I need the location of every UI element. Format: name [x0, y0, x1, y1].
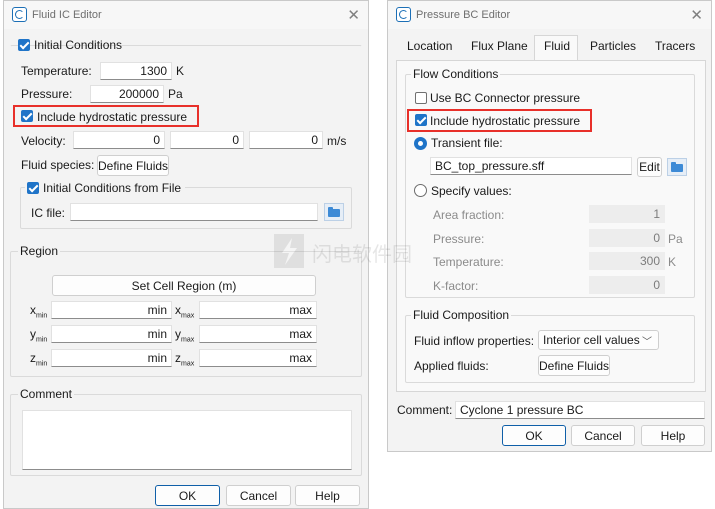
velocity-z-field[interactable]: 0	[249, 131, 323, 149]
x-min-label: xmin	[30, 303, 48, 320]
hydrostatic-label: Include hydrostatic pressure	[37, 110, 188, 124]
bc-connector-label: Use BC Connector pressure	[430, 91, 581, 105]
fluid-inflow-value: Interior cell values	[543, 333, 640, 347]
pressure-unit: Pa	[168, 87, 183, 101]
velocity-y-field[interactable]: 0	[170, 131, 244, 149]
y-max-label: ymax	[175, 327, 195, 344]
edit-button[interactable]: Edit	[637, 157, 662, 177]
bc-pressure-unit: Pa	[668, 232, 683, 246]
define-fluids-button[interactable]: Define Fluids	[538, 355, 610, 376]
bc-temperature-field[interactable]: 300	[589, 252, 665, 270]
bc-pressure-label: Pressure:	[433, 232, 485, 246]
tab-fluid[interactable]: Fluid	[544, 39, 570, 59]
transient-file-label: Transient file:	[431, 136, 503, 150]
set-cell-region-button[interactable]: Set Cell Region (m)	[52, 275, 316, 296]
tab-location[interactable]: Location	[407, 39, 452, 59]
pressure-bc-editor-dialog: Pressure BC Editor ✕ Location Flux Plane…	[387, 0, 712, 452]
x-max-field[interactable]: max	[199, 301, 317, 319]
z-min-field[interactable]: min	[51, 349, 172, 367]
help-button[interactable]: Help	[295, 485, 360, 506]
temperature-label: Temperature:	[21, 64, 92, 78]
fluid-ic-editor-dialog: Fluid IC Editor ✕ Initial Conditions Tem…	[3, 0, 369, 509]
applied-fluids-label: Applied fluids:	[414, 359, 489, 373]
hydrostatic-checkbox[interactable]	[415, 114, 427, 126]
tab-particles[interactable]: Particles	[590, 39, 636, 59]
temperature-field[interactable]: 1300	[100, 62, 172, 80]
ic-from-file-checkbox[interactable]	[27, 182, 39, 194]
bc-connector-checkbox[interactable]	[415, 92, 427, 104]
velocity-label: Velocity:	[21, 134, 66, 148]
title-bar: Pressure BC Editor ✕	[388, 1, 711, 29]
z-min-label: zmin	[30, 351, 48, 368]
bc-comment-field[interactable]: Cyclone 1 pressure BC	[455, 401, 705, 419]
y-min-label: ymin	[30, 327, 48, 344]
fluid-inflow-label: Fluid inflow properties:	[414, 334, 535, 348]
pressure-label: Pressure:	[21, 87, 73, 101]
region-label: Region	[18, 244, 61, 258]
title-bar: Fluid IC Editor ✕	[4, 1, 368, 29]
ok-button[interactable]: OK	[155, 485, 220, 506]
initial-conditions-label: Initial Conditions	[34, 38, 123, 52]
area-fraction-label: Area fraction:	[433, 208, 505, 222]
comment-textarea[interactable]	[22, 410, 352, 470]
fluid-species-label: Fluid species:	[21, 158, 95, 172]
close-icon[interactable]: ✕	[347, 6, 360, 24]
bc-temperature-unit: K	[668, 255, 677, 269]
define-fluids-button[interactable]: Define Fluids	[97, 155, 169, 176]
k-factor-field[interactable]: 0	[589, 276, 665, 294]
transient-file-browse-folder-icon[interactable]	[667, 158, 687, 176]
z-max-label: zmax	[175, 351, 195, 368]
app-icon	[396, 7, 411, 22]
hydrostatic-checkbox[interactable]	[21, 110, 33, 122]
x-min-field[interactable]: min	[51, 301, 172, 319]
app-icon	[12, 7, 27, 22]
cancel-button[interactable]: Cancel	[571, 425, 635, 446]
fluid-composition-label: Fluid Composition	[411, 308, 512, 322]
y-min-field[interactable]: min	[51, 325, 172, 343]
transient-file-radio[interactable]	[414, 137, 427, 150]
bc-comment-label: Comment:	[397, 403, 453, 417]
velocity-x-field[interactable]: 0	[73, 131, 165, 149]
specify-values-radio[interactable]	[414, 184, 427, 197]
hydrostatic-label: Include hydrostatic pressure	[430, 114, 581, 128]
x-max-label: xmax	[175, 303, 195, 320]
help-button[interactable]: Help	[641, 425, 705, 446]
temperature-unit: K	[176, 64, 185, 78]
ic-file-browse-folder-icon[interactable]	[324, 203, 344, 221]
ic-file-label: IC file:	[31, 206, 66, 220]
tab-tracers[interactable]: Tracers	[655, 39, 695, 59]
pressure-field[interactable]: 200000	[90, 85, 164, 103]
tab-flux-plane[interactable]: Flux Plane	[471, 39, 528, 59]
y-max-field[interactable]: max	[199, 325, 317, 343]
window-title: Pressure BC Editor	[416, 9, 511, 21]
ic-file-field[interactable]	[70, 203, 318, 221]
velocity-unit: m/s	[327, 134, 347, 148]
fluid-inflow-select[interactable]: Interior cell values ﹀	[538, 330, 659, 350]
ic-from-file-label: Initial Conditions from File	[43, 181, 182, 195]
ok-button[interactable]: OK	[502, 425, 566, 446]
chevron-down-icon: ﹀	[642, 337, 652, 348]
z-max-field[interactable]: max	[199, 349, 317, 367]
close-icon[interactable]: ✕	[690, 6, 703, 24]
initial-conditions-checkbox[interactable]	[18, 39, 30, 51]
comment-label: Comment	[18, 387, 75, 401]
bc-pressure-field[interactable]: 0	[589, 229, 665, 247]
flow-conditions-label: Flow Conditions	[411, 67, 501, 81]
specify-values-label: Specify values:	[431, 184, 512, 198]
bc-temperature-label: Temperature:	[433, 255, 504, 269]
transient-file-field[interactable]: BC_top_pressure.sff	[430, 157, 632, 175]
k-factor-label: K-factor:	[433, 279, 479, 293]
cancel-button[interactable]: Cancel	[226, 485, 291, 506]
area-fraction-field[interactable]: 1	[589, 205, 665, 223]
window-title: Fluid IC Editor	[32, 9, 102, 21]
